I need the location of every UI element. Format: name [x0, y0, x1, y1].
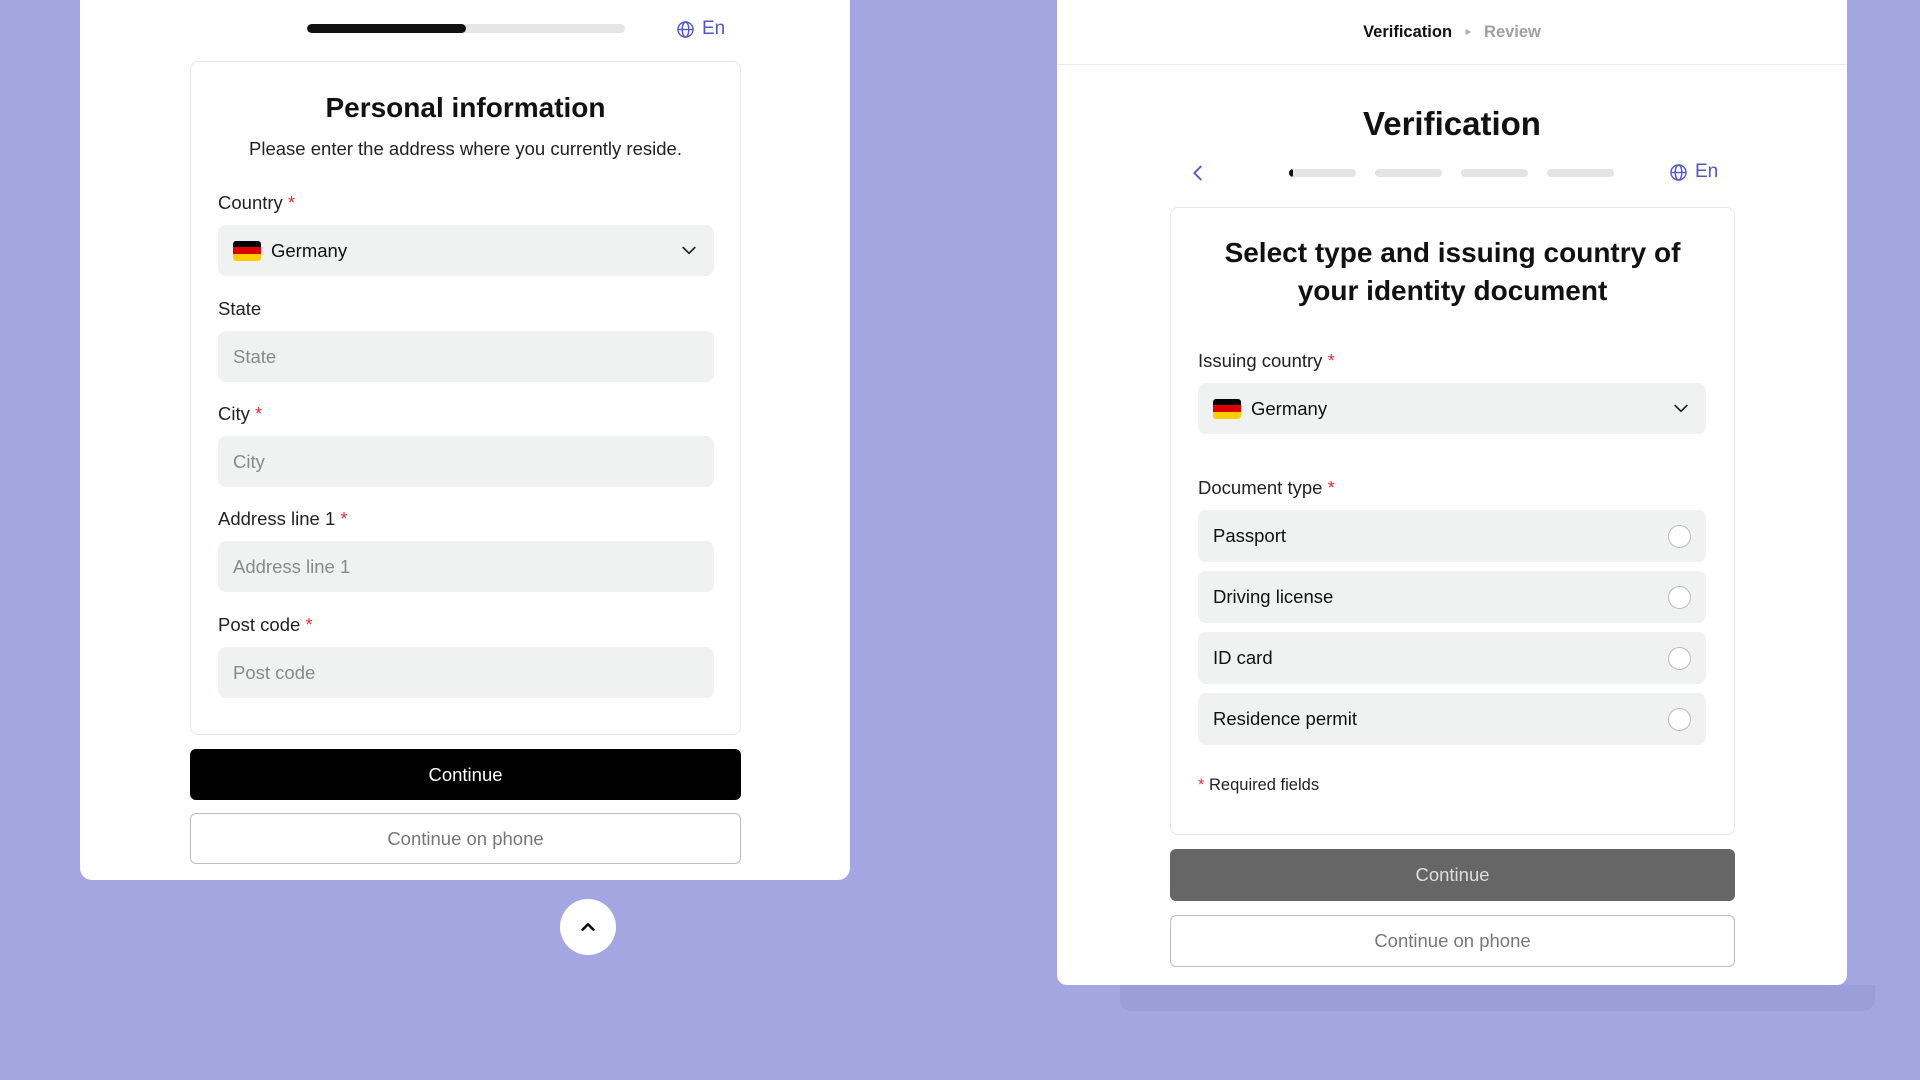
address-form-card: Personal information Please enter the ad… — [190, 61, 741, 735]
country-select[interactable]: Germany — [218, 225, 714, 276]
post-code-field: Post code * — [218, 614, 714, 698]
continue-on-phone-button[interactable]: Continue on phone — [1170, 915, 1735, 967]
document-type-label-text: Document type — [1198, 477, 1323, 498]
document-type-field: Document type * Passport Driving license… — [1198, 477, 1706, 754]
radio-button[interactable] — [1668, 524, 1691, 548]
option-label: Passport — [1213, 525, 1287, 546]
country-field: Country * Germany — [218, 192, 714, 276]
language-selector[interactable]: En — [1669, 161, 1718, 183]
chevron-down-icon — [1674, 404, 1688, 413]
required-mark: * — [287, 192, 296, 213]
page-title: Personal information — [325, 92, 606, 123]
state-field: State — [218, 298, 714, 382]
address-line1-input[interactable] — [218, 541, 714, 592]
progress-bar-fill — [307, 24, 466, 33]
city-label-text: City — [218, 403, 250, 424]
page-subtitle: Please enter the address where you curre… — [249, 138, 682, 159]
state-input[interactable] — [218, 331, 714, 382]
radio-button[interactable] — [1668, 646, 1691, 670]
country-label-text: Country — [218, 192, 283, 213]
city-input[interactable] — [218, 436, 714, 487]
option-label: Residence permit — [1213, 708, 1357, 729]
scroll-up-button[interactable] — [560, 899, 616, 955]
document-option-id-card[interactable]: ID card — [1198, 632, 1706, 684]
required-note-text: Required fields — [1209, 776, 1320, 794]
document-selection-card: Select type and issuing country of your … — [1170, 207, 1735, 835]
radio-button[interactable] — [1668, 707, 1691, 731]
card-title: Select type and issuing country of your … — [1224, 237, 1681, 306]
step-bar — [1547, 169, 1614, 177]
address-line1-label-text: Address line 1 — [218, 508, 336, 529]
city-field: City * — [218, 403, 714, 487]
left-top-bar: En — [80, 16, 850, 42]
state-label: State — [218, 298, 714, 320]
required-mark: * — [1327, 350, 1335, 371]
breadcrumb-verification: Verification — [1363, 22, 1453, 41]
language-label: En — [1695, 161, 1719, 182]
country-select-value: Germany — [271, 239, 348, 261]
state-label-text: State — [218, 298, 262, 319]
city-label: City * — [218, 403, 714, 425]
post-code-input[interactable] — [218, 647, 714, 698]
post-code-label: Post code * — [218, 614, 714, 636]
required-mark: * — [255, 403, 263, 424]
chevron-down-icon — [682, 246, 696, 255]
step-bar-fill — [1289, 169, 1294, 177]
post-code-label-text: Post code — [218, 614, 301, 635]
step-bar — [1375, 169, 1442, 177]
required-mark: * — [1198, 776, 1205, 794]
continue-button[interactable]: Continue — [190, 749, 741, 800]
progress-bar — [307, 24, 625, 33]
issuing-country-field: Issuing country * Germany — [1198, 350, 1706, 434]
breadcrumb: Verification Review — [1057, 0, 1847, 65]
verification-panel: Verification Review Verification En Sele… — [1057, 0, 1847, 985]
language-label: En — [702, 18, 726, 39]
breadcrumb-review[interactable]: Review — [1484, 23, 1541, 42]
document-type-options: Passport Driving license ID card Residen… — [1198, 510, 1706, 745]
option-label: Driving license — [1213, 586, 1334, 607]
required-fields-note: * Required fields — [1198, 776, 1319, 795]
globe-icon — [677, 20, 694, 38]
country-label: Country * — [218, 192, 714, 214]
personal-info-panel: En Personal information Please enter the… — [80, 0, 850, 880]
radio-button[interactable] — [1668, 585, 1691, 609]
option-label: ID card — [1213, 647, 1273, 668]
document-option-passport[interactable]: Passport — [1198, 510, 1706, 562]
issuing-country-label: Issuing country * — [1198, 350, 1706, 372]
continue-on-phone-button[interactable]: Continue on phone — [190, 813, 741, 864]
issuing-country-select[interactable]: Germany — [1198, 383, 1706, 434]
document-type-label: Document type * — [1198, 477, 1706, 499]
document-option-driving-license[interactable]: Driving license — [1198, 571, 1706, 623]
breadcrumb-separator-icon — [1465, 28, 1472, 36]
required-mark: * — [305, 614, 313, 635]
germany-flag-icon — [233, 240, 261, 261]
continue-button-disabled[interactable]: Continue — [1170, 849, 1735, 901]
issuing-country-label-text: Issuing country — [1198, 350, 1323, 371]
germany-flag-icon — [1213, 398, 1241, 419]
step-bar — [1289, 169, 1356, 177]
required-mark: * — [1327, 477, 1335, 498]
address-line1-label: Address line 1 * — [218, 508, 714, 530]
step-bar — [1461, 169, 1528, 177]
panel-shadow — [1120, 985, 1875, 1011]
address-line1-field: Address line 1 * — [218, 508, 714, 592]
required-mark: * — [340, 508, 348, 529]
step-progress — [1289, 169, 1614, 177]
language-selector[interactable]: En — [676, 18, 725, 40]
step-navigation: En — [1057, 160, 1847, 186]
page-title: Verification — [1363, 105, 1541, 142]
back-arrow-icon[interactable] — [1187, 162, 1209, 184]
issuing-country-value: Germany — [1251, 397, 1328, 419]
globe-icon — [1670, 163, 1687, 181]
chevron-up-icon — [581, 922, 595, 932]
document-option-residence-permit[interactable]: Residence permit — [1198, 693, 1706, 745]
